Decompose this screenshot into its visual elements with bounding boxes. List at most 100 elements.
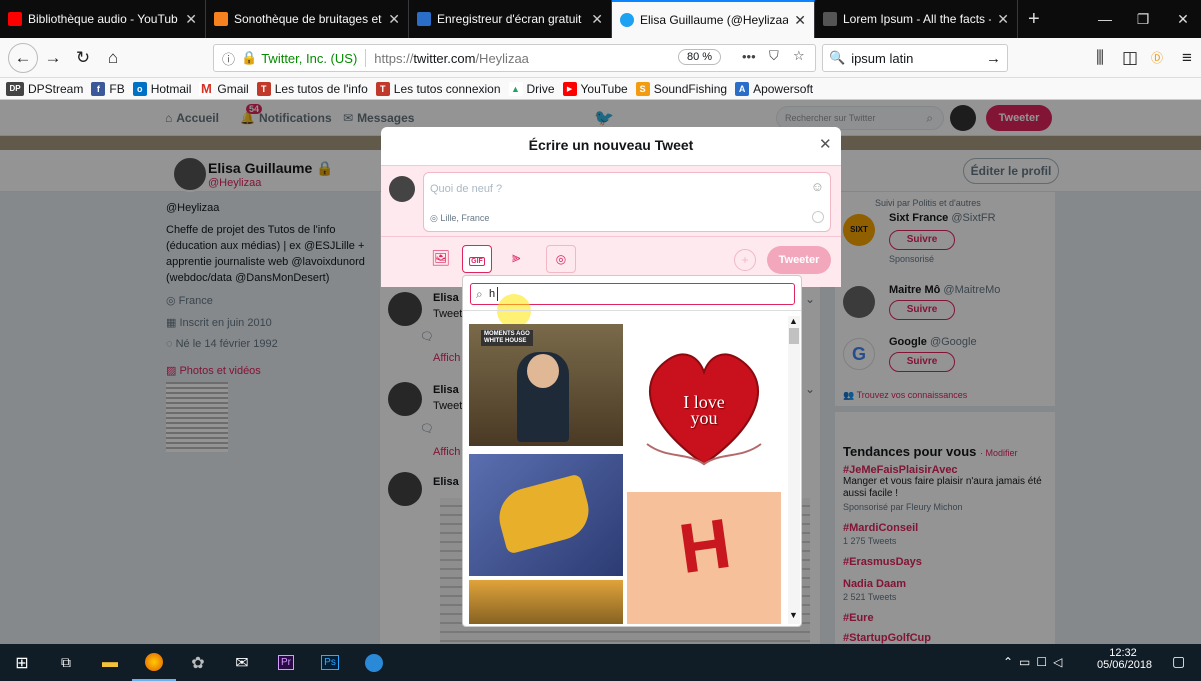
bookmark-label: Apowersoft [753, 81, 814, 96]
image-upload-icon[interactable]: 🖼 [431, 249, 450, 267]
tweet-placeholder: Quoi de neuf ? [430, 183, 503, 195]
bookmark-apowersoft[interactable]: A Apowersoft [735, 81, 814, 96]
tab-lorem-ipsum[interactable]: Lorem Ipsum - All the facts - ✕ [815, 0, 1018, 38]
close-icon[interactable]: ✕ [819, 135, 832, 153]
tab-youtube-audio[interactable]: Bibliothèque audio - YouTub ✕ [0, 0, 206, 38]
gif-icon: GIF [469, 257, 485, 266]
info-icon[interactable]: ⓘ [222, 49, 235, 68]
extension-icon[interactable]: Ⓓ [1142, 43, 1172, 73]
tweet-textarea[interactable]: Quoi de neuf ? ☺ ◎ Lille, France [423, 172, 831, 232]
photoshop-icon[interactable]: Ps [308, 644, 352, 681]
tweet-location[interactable]: ◎ Lille, France [430, 213, 489, 224]
modal-tweet-button[interactable]: Tweeter [767, 246, 831, 274]
tutos-icon: T [375, 81, 390, 96]
scroll-up-icon[interactable]: ▲ [789, 316, 798, 326]
pocket-icon[interactable]: ⛉ [769, 48, 779, 64]
bookmark-drive[interactable]: ▲ Drive [508, 81, 555, 96]
library-icon[interactable]: ⫼ [1085, 43, 1115, 73]
compose-area: Quoi de neuf ? ☺ ◎ Lille, France [381, 165, 841, 237]
bookmark-fb[interactable]: f FB [91, 81, 125, 96]
tab-title: Lorem Ipsum - All the facts - [843, 12, 992, 26]
clock[interactable]: 12:32 05/06/2018 [1097, 647, 1152, 671]
new-tab-button[interactable]: + [1018, 0, 1050, 38]
bookmark-gmail[interactable]: M Gmail [199, 81, 249, 96]
window-close-icon[interactable]: ✕ [1165, 0, 1201, 38]
tab-title: Bibliothèque audio - YouTub [28, 12, 178, 26]
tab-sonotheque[interactable]: Sonothèque de bruitages et ✕ [206, 0, 409, 38]
forward-button[interactable]: → [38, 43, 68, 73]
gif-result[interactable] [469, 454, 623, 576]
scrollbar-thumb[interactable] [789, 328, 799, 344]
gif-result[interactable]: I love you [627, 324, 781, 484]
gif-caption: I love you [683, 392, 725, 428]
gif-result[interactable]: H [627, 492, 781, 624]
gif-result[interactable] [469, 580, 623, 624]
back-button[interactable]: ← [8, 42, 38, 73]
site-identity: Twitter, Inc. (US) [261, 50, 358, 66]
restore-icon[interactable]: ❐ [1128, 0, 1158, 38]
composer-avatar [389, 176, 415, 202]
reload-button[interactable]: ↻ [68, 43, 98, 73]
search-go-icon[interactable]: → [986, 50, 1001, 67]
scroll-down-icon[interactable]: ▼ [789, 610, 798, 620]
gif-scrollbar[interactable]: ▲ ▼ [788, 316, 800, 624]
notification-center-icon[interactable]: ▢ [1172, 653, 1185, 670]
bookmark-youtube[interactable]: ▶ YouTube [562, 81, 628, 96]
file-explorer-icon[interactable]: ▬ [88, 644, 132, 681]
premiere-icon[interactable]: Pr [264, 644, 308, 681]
system-tray[interactable]: ⌃▭☐◁ [1003, 655, 1068, 669]
task-view-icon[interactable]: ⧉ [44, 644, 88, 681]
url-prefix: https:// [374, 50, 414, 66]
gif-results: MOMENTS AGO WHITE HOUSE I love you H [467, 316, 785, 624]
close-tab-icon[interactable]: ✕ [794, 12, 806, 29]
close-tab-icon[interactable]: ✕ [591, 11, 603, 28]
apowersoft-icon[interactable] [352, 644, 396, 681]
poll-icon[interactable]: ⫸ [512, 249, 520, 266]
minimize-icon[interactable]: — [1082, 0, 1128, 38]
zoom-indicator[interactable]: 80 % [678, 49, 722, 65]
tweet-location-text: Lille, France [440, 213, 490, 223]
tab-twitter[interactable]: Elisa Guillaume (@Heylizaa) | ✕ [612, 0, 815, 38]
location-button[interactable]: ◎ [546, 245, 576, 273]
drive-icon: ▲ [508, 81, 523, 96]
bookmark-label: Hotmail [150, 81, 192, 96]
bookmark-soundfishing[interactable]: S SoundFishing [635, 81, 727, 96]
close-tab-icon[interactable]: ✕ [388, 11, 400, 28]
search-bar[interactable]: 🔍 ipsum latin → [822, 44, 1008, 72]
windows-start-icon[interactable]: ⊞ [0, 644, 44, 681]
add-tweet-icon[interactable]: + [734, 249, 756, 271]
soundfishing-icon: S [635, 81, 650, 96]
app-icon[interactable]: ✿ [176, 644, 220, 681]
bookmark-tutos-info[interactable]: T Les tutos de l'info [256, 81, 368, 96]
bookmark-dpstream[interactable]: DP DPStream [6, 81, 84, 96]
menu-icon[interactable]: ≡ [1172, 43, 1201, 73]
tab-title: Enregistreur d'écran gratuit [437, 12, 582, 26]
bookmark-label: Drive [526, 81, 555, 96]
bookmark-hotmail[interactable]: o Hotmail [132, 81, 192, 96]
gif-button[interactable]: GIF [462, 245, 492, 273]
page-actions-icon[interactable]: ••• [742, 49, 756, 64]
bookmark-label: DPStream [28, 81, 84, 96]
close-tab-icon[interactable]: ✕ [185, 11, 197, 28]
youtube-icon [8, 12, 22, 26]
divider [463, 310, 801, 311]
close-tab-icon[interactable]: ✕ [997, 11, 1009, 28]
gmail-icon: M [199, 81, 214, 96]
apowersoft-icon: A [735, 81, 750, 96]
tab-apowersoft[interactable]: Enregistreur d'écran gratuit ✕ [409, 0, 612, 38]
mail-icon[interactable]: ✉ [220, 644, 264, 681]
lock-icon: 🔒 [241, 50, 258, 65]
url-host: twitter.com [413, 50, 476, 66]
firefox-icon[interactable] [132, 644, 176, 681]
tab-title: Elisa Guillaume (@Heylizaa) | [640, 13, 789, 27]
sidebar-icon[interactable]: ◫ [1115, 43, 1145, 73]
bookmark-tutos-connexion[interactable]: T Les tutos connexion [375, 81, 501, 96]
url-bar[interactable]: ⓘ 🔒 Twitter, Inc. (US) https:// twitter.… [213, 44, 816, 72]
bookmark-star-icon[interactable]: ☆ [793, 48, 805, 64]
gif-picker: ⌕ h MOMENTS AGO WHITE HOUSE I love you H… [462, 275, 802, 627]
gif-result[interactable]: MOMENTS AGO WHITE HOUSE [469, 324, 623, 446]
gif-face [527, 354, 559, 388]
emoji-icon[interactable]: ☺ [811, 179, 824, 194]
home-button[interactable]: ⌂ [98, 43, 128, 73]
facebook-icon: f [91, 81, 106, 96]
